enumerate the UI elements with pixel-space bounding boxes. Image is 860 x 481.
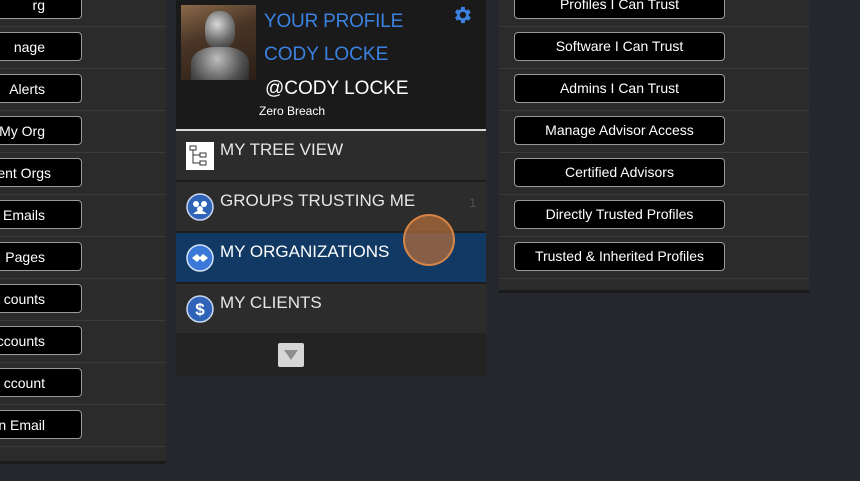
left-menu-row: ccounts: [0, 321, 166, 363]
menu-item-tree-view[interactable]: MY TREE VIEW: [176, 131, 486, 181]
left-menu-row: Pages: [0, 237, 166, 279]
left-menu-row: y Emails: [0, 195, 166, 237]
left-menu-button[interactable]: Alerts: [0, 74, 82, 103]
left-menu-button[interactable]: rg: [0, 0, 82, 19]
avatar-body: [191, 47, 249, 80]
left-menu-row: Client Orgs: [0, 153, 166, 195]
left-menu-row: rg: [0, 0, 166, 27]
left-menu-row: nage: [0, 27, 166, 69]
gear-icon[interactable]: [451, 4, 473, 26]
organizations-icon: [186, 244, 214, 272]
trust-menu-row: Manage Advisor Access: [499, 111, 809, 153]
left-menu-button[interactable]: on Email: [0, 410, 82, 439]
profile-handle: @CODY LOCKE: [265, 78, 409, 99]
left-menu-row: ccount: [0, 363, 166, 405]
left-menu-row: on Email: [0, 405, 166, 447]
menu-count: 1: [469, 196, 476, 210]
left-menu-row: counts: [0, 279, 166, 321]
svg-text:$: $: [195, 300, 205, 319]
trust-menu-row: Software I Can Trust: [499, 27, 809, 69]
trusted-inherited-profiles-button[interactable]: Trusted & Inherited Profiles: [514, 242, 725, 271]
menu-label: MY TREE VIEW: [220, 140, 344, 159]
tree-view-icon: [186, 142, 214, 170]
profile-title[interactable]: YOUR PROFILE: [264, 11, 403, 33]
chevron-down-icon[interactable]: [278, 343, 304, 367]
panel-footer: [176, 333, 486, 376]
left-menu-button[interactable]: My Org: [0, 116, 82, 145]
trust-menu-row: Trusted & Inherited Profiles: [499, 237, 809, 279]
avatar-head: [205, 11, 235, 49]
menu-label: MY CLIENTS: [220, 293, 322, 312]
trust-menu-panel: Profiles I Can Trust Software I Can Trus…: [499, 0, 809, 293]
profile-org: Zero Breach: [259, 104, 326, 118]
groups-icon: [186, 193, 214, 221]
trust-menu-row: Profiles I Can Trust: [499, 0, 809, 27]
left-menu-button[interactable]: Pages: [0, 242, 82, 271]
certified-advisors-button[interactable]: Certified Advisors: [514, 158, 725, 187]
trust-menu-row: Admins I Can Trust: [499, 69, 809, 111]
menu-item-my-clients[interactable]: $ MY CLIENTS: [176, 284, 486, 334]
left-menu-button[interactable]: ccounts: [0, 326, 82, 355]
profile-name[interactable]: CODY LOCKE: [264, 44, 388, 66]
left-menu-button[interactable]: Client Orgs: [0, 158, 82, 187]
trust-menu-row: Certified Advisors: [499, 153, 809, 195]
robot-avatar[interactable]: [181, 5, 256, 80]
left-menu-row: Alerts: [0, 69, 166, 111]
left-menu-panel: rg nage Alerts My Org Client Orgs y Emai…: [0, 0, 166, 464]
dollar-icon: $: [186, 295, 214, 323]
manage-advisor-access-button[interactable]: Manage Advisor Access: [514, 116, 725, 145]
profiles-i-can-trust-button[interactable]: Profiles I Can Trust: [514, 0, 725, 19]
left-menu-button[interactable]: counts: [0, 284, 82, 313]
left-menu-button[interactable]: nage: [0, 32, 82, 61]
software-i-can-trust-button[interactable]: Software I Can Trust: [514, 32, 725, 61]
cursor-highlight: [403, 214, 455, 266]
left-menu-button[interactable]: ccount: [0, 368, 82, 397]
admins-i-can-trust-button[interactable]: Admins I Can Trust: [514, 74, 725, 103]
profile-header: YOUR PROFILE CODY LOCKE @CODY LOCKE Zero…: [176, 0, 486, 131]
left-menu-row: My Org: [0, 111, 166, 153]
profile-panel: YOUR PROFILE CODY LOCKE @CODY LOCKE Zero…: [176, 0, 486, 376]
menu-label: MY ORGANIZATIONS: [220, 242, 390, 261]
left-menu-button[interactable]: y Emails: [0, 200, 82, 229]
directly-trusted-profiles-button[interactable]: Directly Trusted Profiles: [514, 200, 725, 229]
trust-menu-row: Directly Trusted Profiles: [499, 195, 809, 237]
menu-label: GROUPS TRUSTING ME: [220, 191, 416, 210]
